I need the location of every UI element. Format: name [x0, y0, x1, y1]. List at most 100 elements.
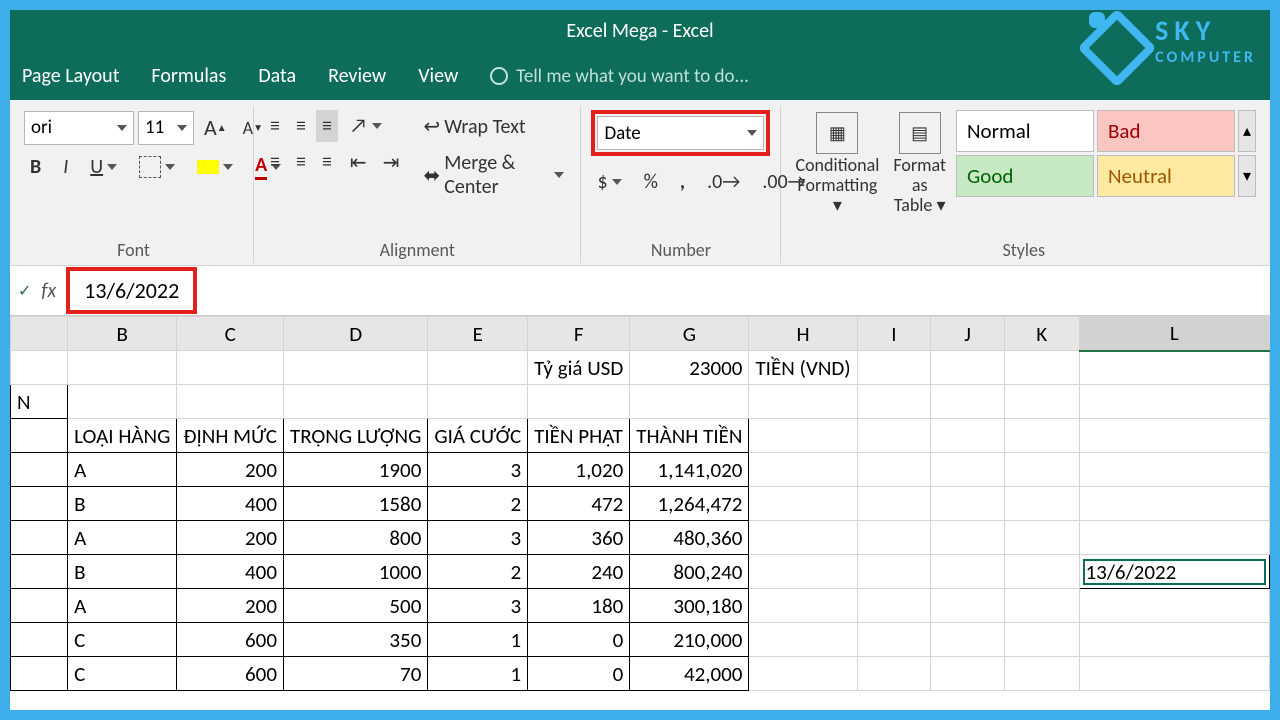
cell[interactable] — [931, 521, 1005, 555]
border-button[interactable] — [133, 152, 181, 182]
increase-indent-button[interactable]: ⇥ — [377, 146, 406, 179]
cell[interactable] — [931, 657, 1005, 691]
cell[interactable]: 480,360 — [630, 521, 749, 555]
cell[interactable] — [1004, 521, 1079, 555]
cell[interactable] — [931, 555, 1005, 589]
cell[interactable]: 500 — [283, 589, 427, 623]
gallery-scroll-up[interactable]: ▴ — [1238, 110, 1256, 152]
cell[interactable]: 2 — [428, 487, 528, 521]
cell[interactable] — [1004, 385, 1079, 419]
cell[interactable] — [931, 385, 1005, 419]
cell[interactable] — [1004, 555, 1079, 589]
cell[interactable] — [857, 487, 931, 521]
cell[interactable] — [68, 385, 177, 419]
cell[interactable]: 240 — [528, 555, 630, 589]
cell[interactable] — [1079, 453, 1269, 487]
cell[interactable]: 3 — [428, 589, 528, 623]
tab-formulas[interactable]: Formulas — [151, 64, 226, 88]
col-header[interactable]: I — [857, 317, 931, 351]
cell[interactable] — [857, 351, 931, 385]
cell[interactable]: 3 — [428, 521, 528, 555]
tab-view[interactable]: View — [418, 64, 458, 88]
cell[interactable] — [931, 419, 1005, 453]
cell[interactable]: TRỌNG LƯỢNG — [283, 419, 427, 453]
cell[interactable] — [857, 419, 931, 453]
cell[interactable]: A — [68, 589, 177, 623]
cell[interactable]: 210,000 — [630, 623, 749, 657]
cell[interactable]: A — [68, 453, 177, 487]
cell[interactable]: TIỀN PHẠT — [528, 419, 630, 453]
cell[interactable]: 600 — [177, 657, 284, 691]
cell[interactable] — [1079, 657, 1269, 691]
cell[interactable]: N — [11, 385, 68, 419]
conditional-formatting-button[interactable]: ▦ ConditionalFormatting ▾ — [791, 110, 883, 217]
cell[interactable]: LOẠI HÀNG — [68, 419, 177, 453]
cell[interactable] — [11, 453, 68, 487]
cell[interactable]: 300,180 — [630, 589, 749, 623]
col-header[interactable]: C — [177, 317, 284, 351]
col-header[interactable]: G — [630, 317, 749, 351]
cell[interactable] — [1079, 623, 1269, 657]
cell[interactable] — [1004, 589, 1079, 623]
cell[interactable]: 1 — [428, 623, 528, 657]
enter-check-icon[interactable]: ✓ — [18, 281, 31, 301]
comma-format-button[interactable]: , — [674, 166, 691, 198]
cell[interactable] — [1004, 419, 1079, 453]
cell[interactable] — [428, 351, 528, 385]
cell[interactable]: 1,264,472 — [630, 487, 749, 521]
cell[interactable]: A — [68, 521, 177, 555]
cell[interactable]: TIỀN (VND) — [749, 351, 857, 385]
cell[interactable]: ĐỊNH MỨC — [177, 419, 284, 453]
cell[interactable] — [749, 385, 857, 419]
cell[interactable] — [1004, 351, 1079, 385]
underline-button[interactable]: U — [84, 151, 123, 183]
cell[interactable] — [68, 351, 177, 385]
cell-style-normal[interactable]: Normal — [956, 110, 1094, 152]
cell[interactable]: 600 — [177, 623, 284, 657]
cell[interactable] — [11, 419, 68, 453]
cell[interactable] — [177, 385, 284, 419]
cell-style-bad[interactable]: Bad — [1097, 110, 1235, 152]
cell[interactable] — [1079, 589, 1269, 623]
cell[interactable]: 200 — [177, 521, 284, 555]
cell[interactable] — [1079, 487, 1269, 521]
cell[interactable] — [857, 589, 931, 623]
cell[interactable] — [1079, 351, 1269, 385]
format-as-table-button[interactable]: ▤ Format asTable ▾ — [889, 110, 950, 217]
orientation-button[interactable]: ↗ — [344, 110, 388, 142]
cell[interactable] — [749, 657, 857, 691]
cell[interactable] — [749, 419, 857, 453]
cell[interactable]: 23000 — [630, 351, 749, 385]
col-header[interactable]: D — [283, 317, 427, 351]
fx-icon[interactable]: fx — [41, 279, 56, 303]
col-header[interactable]: E — [428, 317, 528, 351]
cell[interactable]: 350 — [283, 623, 427, 657]
cell[interactable] — [1079, 385, 1269, 419]
cell[interactable] — [749, 623, 857, 657]
cell[interactable]: 0 — [528, 623, 630, 657]
col-header[interactable]: B — [68, 317, 177, 351]
align-center-button[interactable]: ≡ — [290, 146, 312, 178]
increase-decimal-button[interactable]: .0→ — [701, 166, 746, 198]
cell-style-good[interactable]: Good — [956, 155, 1094, 197]
cell[interactable] — [931, 589, 1005, 623]
cell[interactable]: 472 — [528, 487, 630, 521]
cell[interactable]: 400 — [177, 555, 284, 589]
cell[interactable]: 2 — [428, 555, 528, 589]
cell[interactable]: 400 — [177, 487, 284, 521]
col-header[interactable]: H — [749, 317, 857, 351]
cell[interactable]: Tỷ giá USD — [528, 351, 630, 385]
cell[interactable] — [528, 385, 630, 419]
tab-data[interactable]: Data — [258, 64, 296, 88]
cell[interactable] — [931, 351, 1005, 385]
cell[interactable]: 1580 — [283, 487, 427, 521]
cell[interactable] — [11, 555, 68, 589]
align-top-button[interactable]: ≡ — [264, 110, 286, 142]
tab-review[interactable]: Review — [328, 64, 386, 88]
cell[interactable] — [749, 589, 857, 623]
cell[interactable]: 1 — [428, 657, 528, 691]
cell[interactable]: THÀNH TIỀN — [630, 419, 749, 453]
italic-button[interactable]: I — [57, 151, 74, 183]
cell[interactable] — [1079, 419, 1269, 453]
cell[interactable] — [1079, 521, 1269, 555]
